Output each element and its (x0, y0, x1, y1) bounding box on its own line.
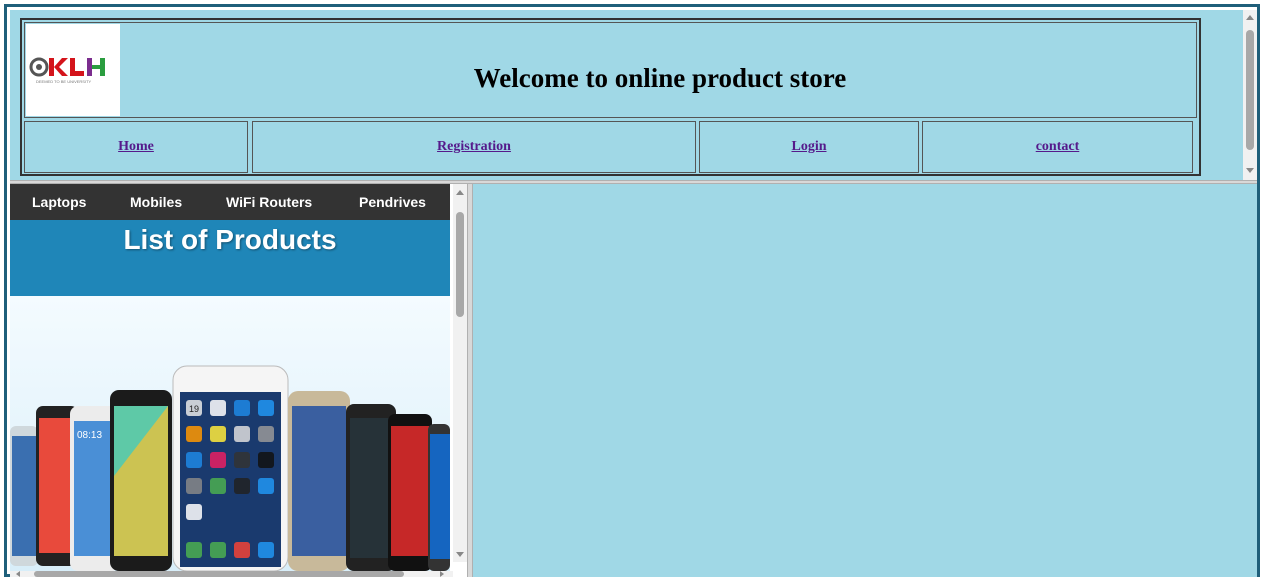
nav-cell-home: Home (24, 121, 248, 173)
logo: DEEMED TO BE UNIVERSITY (26, 24, 120, 116)
header-table: DEEMED TO BE UNIVERSITY Welcome to onlin… (20, 18, 1201, 176)
svg-text:08:13: 08:13 (77, 430, 102, 441)
mobiles-image: 08:13 19 (10, 296, 450, 571)
header-row: DEEMED TO BE UNIVERSITY Welcome to onlin… (24, 22, 1197, 118)
page-title: Welcome to online product store (473, 62, 847, 93)
scroll-up-icon[interactable] (456, 190, 464, 195)
category-laptops[interactable]: Laptops (32, 194, 86, 210)
category-wifi-routers[interactable]: WiFi Routers (226, 194, 312, 210)
klh-logo-icon: DEEMED TO BE UNIVERSITY (29, 57, 105, 84)
login-link[interactable]: Login (791, 139, 826, 155)
browser-frameset: DEEMED TO BE UNIVERSITY Welcome to onlin… (4, 4, 1260, 577)
scroll-up-icon[interactable] (1246, 15, 1254, 20)
nav-cell-contact: contact (922, 121, 1193, 173)
nav-cell-registration: Registration (252, 121, 696, 173)
category-pendrives[interactable]: Pendrives (359, 194, 426, 210)
content-frame (473, 184, 1257, 577)
banner-title: List of Products (123, 224, 337, 255)
nav-cell-login: Login (699, 121, 919, 173)
scroll-thumb[interactable] (456, 212, 464, 317)
scroll-thumb[interactable] (1246, 30, 1254, 150)
registration-link[interactable]: Registration (437, 139, 511, 155)
phones-illustration: 08:13 19 (10, 296, 450, 571)
category-nav: Laptops Mobiles WiFi Routers Pendrives (10, 184, 450, 220)
top-frame: DEEMED TO BE UNIVERSITY Welcome to onlin… (10, 10, 1257, 180)
left-frame-hscrollbar[interactable] (10, 571, 453, 577)
scroll-down-icon[interactable] (1246, 168, 1254, 173)
left-frame: Laptops Mobiles WiFi Routers Pendrives L… (10, 184, 467, 577)
left-frame-vscrollbar[interactable] (453, 184, 467, 562)
top-frame-scrollbar[interactable] (1243, 10, 1257, 180)
nav-row: Home Registration Login contact (24, 121, 1197, 173)
contact-link[interactable]: contact (1036, 139, 1080, 155)
scroll-thumb[interactable] (34, 571, 404, 577)
svg-text:19: 19 (189, 404, 199, 414)
products-banner: List of Products (10, 220, 450, 296)
svg-text:DEEMED TO BE UNIVERSITY: DEEMED TO BE UNIVERSITY (36, 79, 92, 84)
home-link[interactable]: Home (118, 139, 154, 155)
category-mobiles[interactable]: Mobiles (130, 194, 182, 210)
scroll-down-icon[interactable] (456, 552, 464, 557)
scroll-right-icon[interactable] (440, 571, 444, 577)
scroll-left-icon[interactable] (16, 571, 20, 577)
